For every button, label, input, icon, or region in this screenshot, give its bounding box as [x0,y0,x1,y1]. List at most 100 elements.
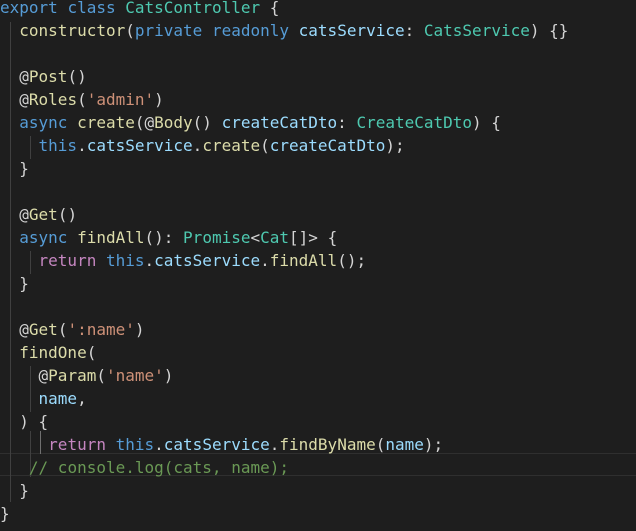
code-token: Cat [260,228,290,247]
code-token: this [115,435,155,454]
code-line[interactable]: @Roles('admin') [0,88,164,111]
code-token: 'name' [105,366,164,385]
code-token: } [0,481,29,500]
code-token: . [77,136,87,155]
code-line[interactable]: } [0,157,29,180]
code-token: this [105,251,145,270]
code-line[interactable]: this.catsService.create(createCatDto); [0,134,405,157]
code-token: (@ [134,113,155,132]
code-token: findOne [19,343,87,362]
code-token: CreateCatDto [356,113,473,132]
code-line[interactable]: async create(@Body() createCatDto: Creat… [0,111,501,134]
code-token: create [77,113,135,132]
code-line[interactable]: ) { [0,410,48,433]
code-token: . [192,136,203,155]
code-token: , [77,389,87,408]
code-token: ':name' [67,320,135,339]
code-token: : [404,21,424,40]
code-token: @ [0,205,29,224]
code-token: () [67,67,87,86]
code-token: ( [96,366,106,385]
code-token: name [385,435,424,454]
code-token: ( [77,90,87,109]
code-token: CatsController [125,0,261,17]
code-token: : [337,113,357,132]
code-token: Roles [28,90,78,109]
code-token: class [67,0,116,17]
code-token: name [38,389,78,408]
code-token: ( [260,136,270,155]
code-line[interactable]: // console.log(cats, name); [0,456,289,479]
code-token: (): [144,228,184,247]
code-token: export [0,0,58,17]
code-line[interactable]: return this.catsService.findByName(name)… [0,433,443,456]
code-line[interactable]: } [0,479,29,502]
code-token: ( [86,343,97,362]
code-token: Body [154,113,193,132]
code-token: } [0,504,10,523]
code-line[interactable]: return this.catsService.findAll(); [0,249,367,272]
code-token: ) [134,320,145,339]
code-token: Get [28,320,58,339]
code-token: . [144,251,155,270]
code-line[interactable]: name, [0,387,87,410]
code-token: Param [48,366,97,385]
code-token: . [269,435,280,454]
code-token: constructor [19,21,126,40]
code-line[interactable]: } [0,272,29,295]
code-token: ( [375,435,386,454]
code-token: < [250,228,261,247]
code-token: Promise [183,228,251,247]
code-editor[interactable]: export class CatsController { constructo… [0,0,636,531]
code-token: CatsService [423,21,530,40]
code-token: { [260,0,280,17]
code-token: 'admin' [86,90,155,109]
code-token: ); [385,136,405,155]
code-token: ) {} [529,21,569,40]
code-token: . [154,435,164,454]
code-token: return [48,435,106,454]
code-token: catsService [163,435,270,454]
code-token: catsService [154,251,261,270]
code-token: createCatDto [221,113,338,132]
code-token: (); [337,251,367,270]
code-token: ) { [472,113,501,132]
code-token: @ [0,67,29,86]
code-token: ) [163,366,174,385]
code-token: ) [154,90,164,109]
code-token: findAll [269,251,338,270]
code-line[interactable]: export class CatsController { [0,0,279,19]
code-line[interactable]: @Get(':name') [0,318,145,341]
code-line[interactable]: constructor(private readonly catsService… [0,19,568,42]
code-token: () [57,205,78,224]
code-token: readonly [211,21,290,40]
code-token: () [192,113,222,132]
code-token: . [260,251,270,270]
code-token: create [202,136,261,155]
code-line[interactable]: findOne( [0,341,96,364]
code-line[interactable]: async findAll(): Promise<Cat[]> { [0,226,337,249]
code-token: private [134,21,203,40]
code-token: Get [28,205,58,224]
code-token: findByName [279,435,376,454]
code-token: // console.log(cats, name); [28,458,289,477]
code-line[interactable]: @Param('name') [0,364,174,387]
code-token: findAll [77,228,145,247]
code-token: } [0,159,29,178]
code-line[interactable]: @Post() [0,65,87,88]
code-line[interactable]: @Get() [0,203,77,226]
code-line[interactable]: } [0,502,10,525]
code-token: return [38,251,97,270]
